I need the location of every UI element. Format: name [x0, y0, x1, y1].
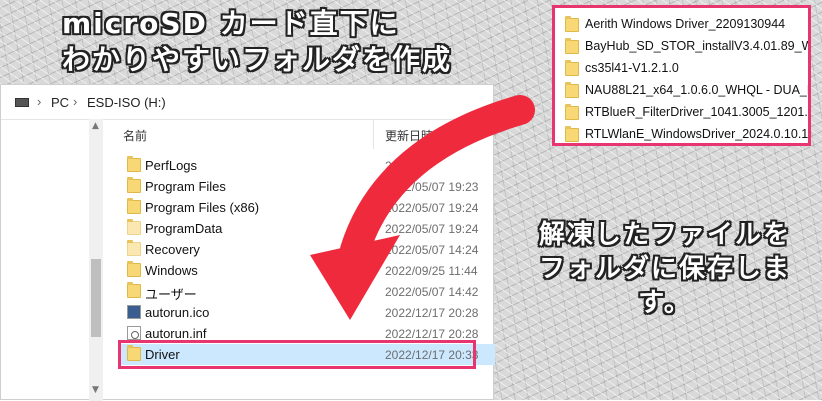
- driver-subfolder-row[interactable]: RTLWlanE_WindowsDriver_2024.0.10.137_...: [563, 124, 808, 146]
- folder-icon: [565, 16, 579, 32]
- driver-subfolder-row[interactable]: cs35l41-V1.2.1.0: [563, 58, 808, 80]
- driver-folder-contents-panel: Aerith Windows Driver_2209130944 BayHub_S…: [552, 5, 811, 146]
- subfolder-name: RTBlueR_FilterDriver_1041.3005_1201.2021…: [585, 105, 808, 119]
- subfolder-name: NAU88L21_x64_1.0.6.0_WHQL - DUA_BIQ...: [585, 83, 808, 97]
- subfolder-name: BayHub_SD_STOR_installV3.4.01.89_W10...: [585, 39, 808, 53]
- subfolder-name: Aerith Windows Driver_2209130944: [585, 17, 786, 31]
- driver-subfolder-row[interactable]: Aerith Windows Driver_2209130944: [563, 14, 808, 36]
- driver-subfolder-row[interactable]: BayHub_SD_STOR_installV3.4.01.89_W10...: [563, 36, 808, 58]
- subfolder-name: RTLWlanE_WindowsDriver_2024.0.10.137_...: [585, 127, 808, 141]
- folder-icon: [565, 104, 579, 120]
- right-caption-line1: 解凍したファイルを: [538, 220, 791, 250]
- subfolder-name: cs35l41-V1.2.1.0: [585, 61, 679, 75]
- folder-icon: [565, 82, 579, 98]
- folder-icon: [565, 60, 579, 76]
- folder-icon: [565, 38, 579, 54]
- driver-subfolder-row[interactable]: NAU88L21_x64_1.0.6.0_WHQL - DUA_BIQ...: [563, 80, 808, 102]
- arrow-shaft: [340, 95, 535, 265]
- right-caption-line2: フォルダに保存します。: [538, 254, 791, 318]
- right-caption: 解凍したファイルを フォルダに保存します。: [520, 218, 810, 320]
- folder-icon: [565, 126, 579, 142]
- driver-subfolder-row[interactable]: RTBlueR_FilterDriver_1041.3005_1201.2021…: [563, 102, 808, 124]
- arrow-head-icon: [310, 235, 400, 320]
